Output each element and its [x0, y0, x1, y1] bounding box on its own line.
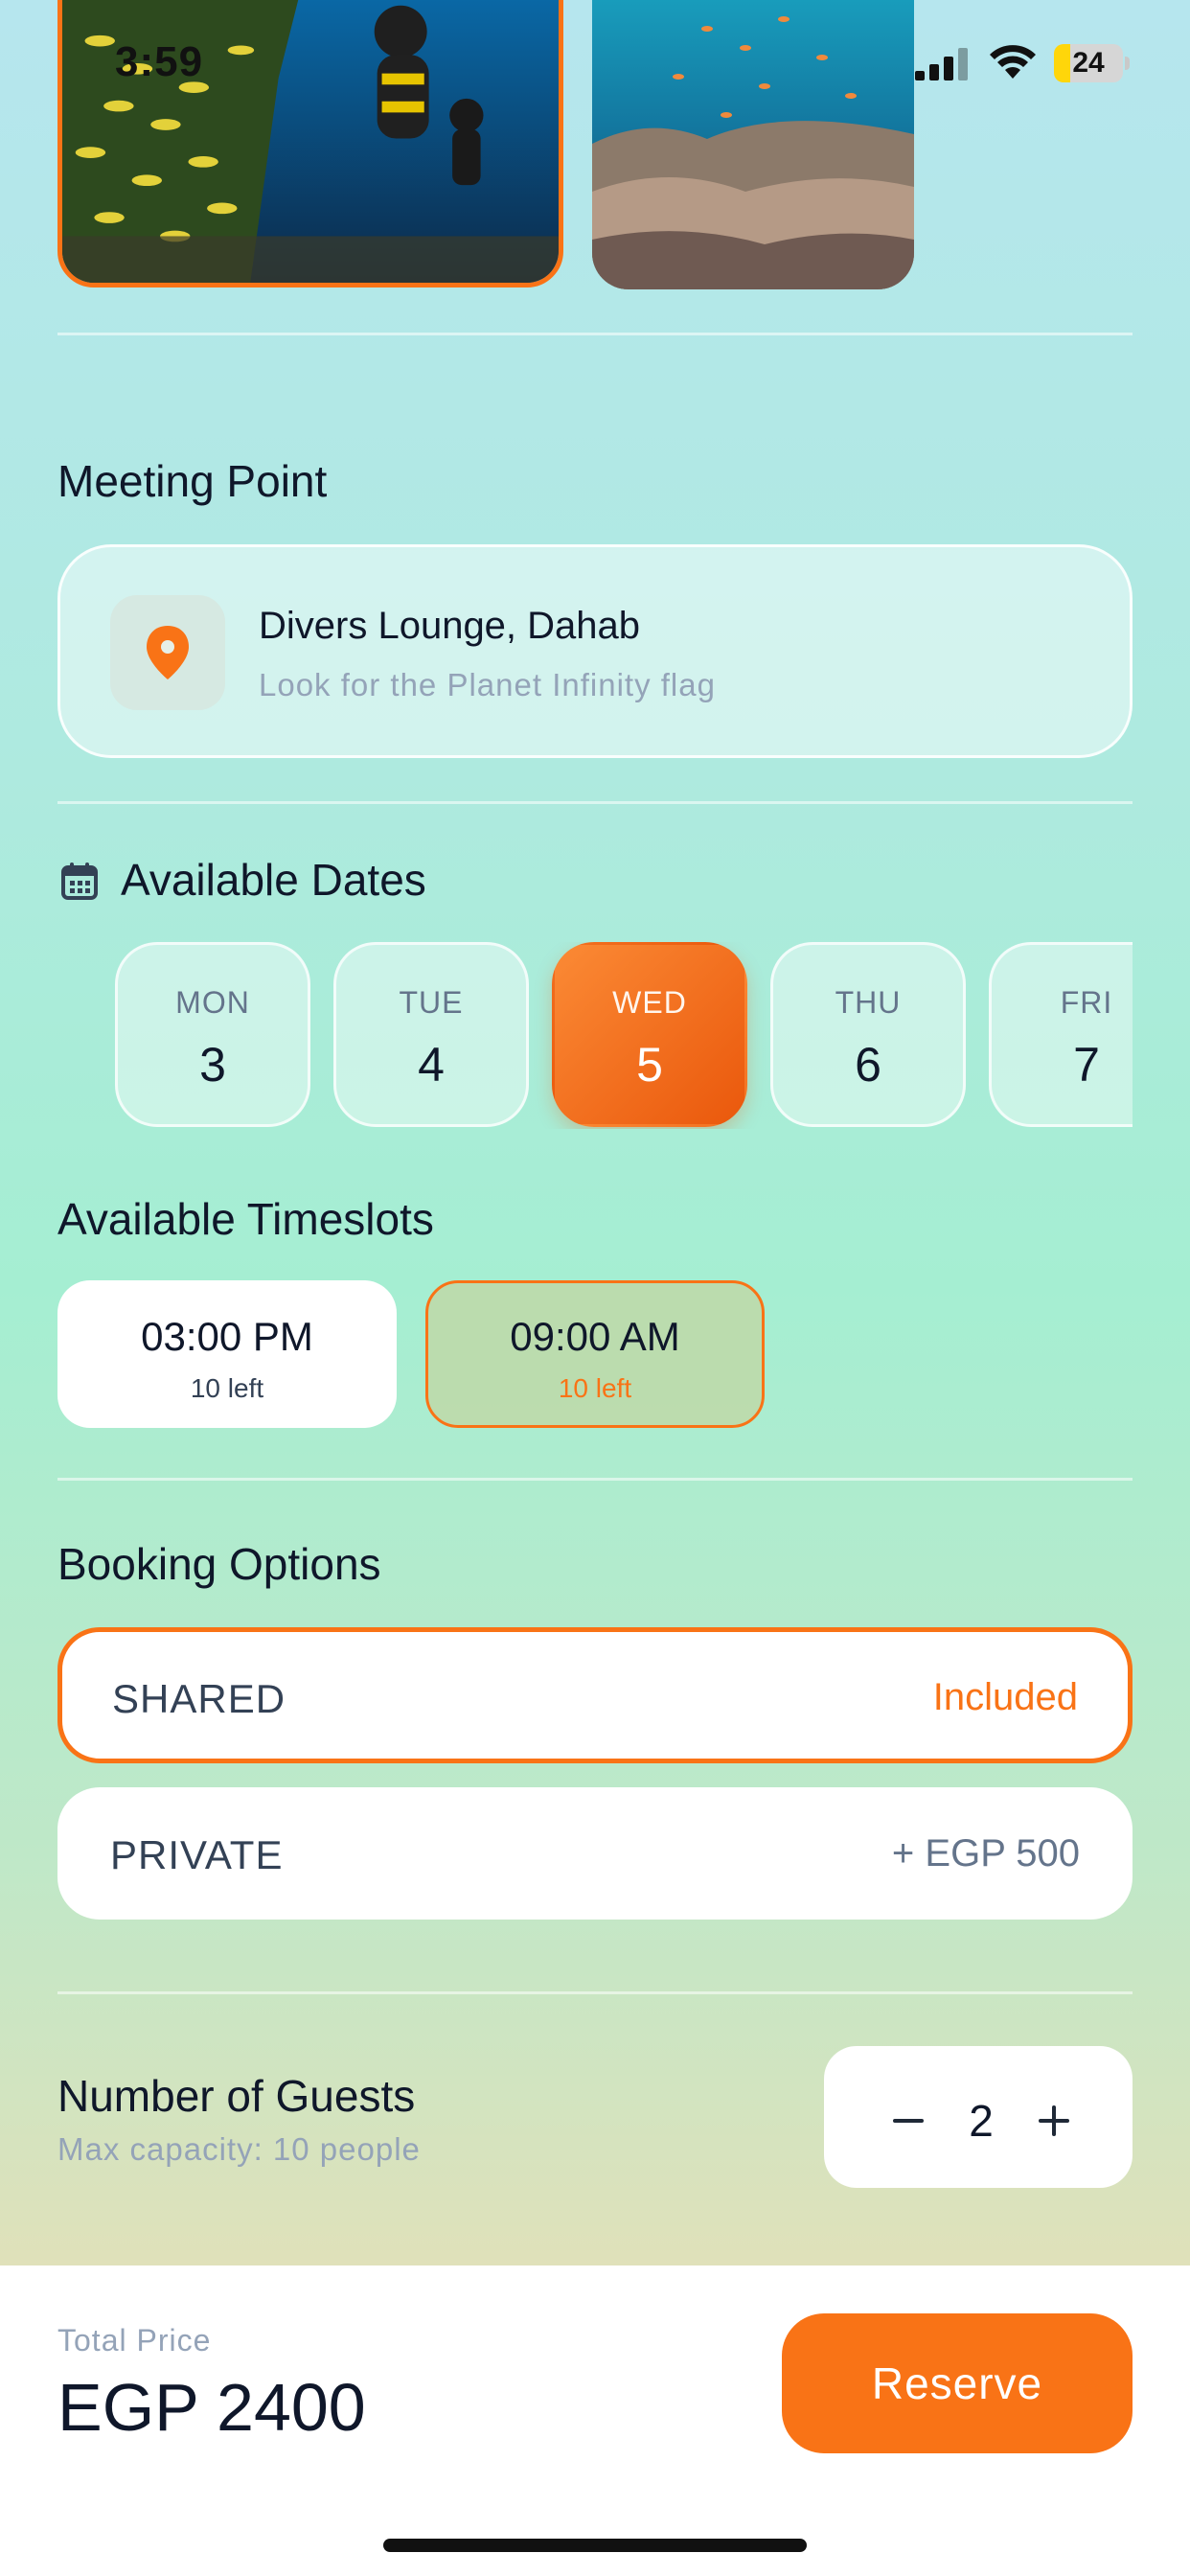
booking-options-title: Booking Options — [57, 1539, 381, 1589]
divider — [57, 1478, 1133, 1481]
date-number: 4 — [418, 1038, 445, 1092]
date-number: 3 — [199, 1038, 226, 1092]
wifi-icon — [990, 45, 1036, 79]
total-price-value: EGP 2400 — [57, 2370, 366, 2445]
coral-reef-photo[interactable] — [592, 0, 914, 289]
battery-level: 24 — [1072, 47, 1105, 79]
booking-option-price: Included — [932, 1676, 1078, 1718]
booking-option-private[interactable]: PRIVATE + EGP 500 — [57, 1787, 1133, 1920]
available-dates-title: Available Dates — [121, 855, 426, 905]
date-number: 5 — [636, 1038, 663, 1092]
timeslot-time: 03:00 PM — [141, 1314, 313, 1359]
timeslot-availability: 10 left — [190, 1373, 264, 1403]
meeting-point-title: Meeting Point — [57, 456, 328, 506]
divider — [57, 1991, 1133, 1994]
timeslot-time: 09:00 AM — [510, 1314, 680, 1359]
location-pin-icon — [147, 626, 189, 679]
available-timeslots-title: Available Timeslots — [57, 1194, 434, 1244]
date-day: TUE — [399, 985, 464, 1020]
date-scroller[interactable]: MON 3 TUE 4 WED 5 THU 6 FRI 7 — [115, 942, 1133, 1129]
divider — [57, 333, 1133, 335]
reserve-button[interactable]: Reserve — [782, 2313, 1133, 2453]
meeting-location-hint: Look for the Planet Infinity flag — [259, 667, 716, 702]
guests-capacity: Max capacity: 10 people — [57, 2131, 421, 2167]
date-number: 6 — [855, 1038, 881, 1092]
meeting-location-name: Divers Lounge, Dahab — [259, 605, 641, 647]
booking-option-name: SHARED — [112, 1676, 286, 1721]
timeslot-availability: 10 left — [558, 1373, 632, 1403]
plus-icon[interactable] — [1020, 2087, 1087, 2154]
meeting-point-card[interactable]: Divers Lounge, Dahab Look for the Planet… — [57, 544, 1133, 758]
signal-icon — [915, 48, 968, 80]
calendar-icon — [61, 862, 98, 900]
guests-count: 2 — [969, 2096, 994, 2146]
booking-option-name: PRIVATE — [110, 1832, 284, 1877]
booking-option-shared[interactable]: SHARED Included — [57, 1627, 1133, 1763]
guests-stepper[interactable]: 2 — [824, 2046, 1133, 2188]
date-day: FRI — [1060, 985, 1113, 1020]
date-day: WED — [612, 985, 687, 1020]
date-card-tue[interactable]: TUE 4 — [333, 942, 529, 1127]
checkout-footer: Total Price EGP 2400 Reserve — [0, 2266, 1190, 2576]
divider — [57, 801, 1133, 804]
home-indicator — [383, 2539, 807, 2552]
date-card-thu[interactable]: THU 6 — [770, 942, 966, 1127]
date-card-mon[interactable]: MON 3 — [115, 942, 310, 1127]
location-pin-box — [110, 595, 225, 710]
date-card-wed[interactable]: WED 5 — [552, 942, 747, 1127]
date-card-fri[interactable]: FRI 7 — [989, 942, 1133, 1127]
timeslot-0300pm[interactable]: 03:00 PM 10 left — [57, 1280, 397, 1428]
date-number: 7 — [1073, 1038, 1100, 1092]
date-day: MON — [175, 985, 250, 1020]
status-time: 3:59 — [115, 38, 204, 85]
timeslot-0900am[interactable]: 09:00 AM 10 left — [425, 1280, 765, 1428]
total-price-label: Total Price — [57, 2323, 212, 2358]
booking-option-price: + EGP 500 — [891, 1832, 1080, 1874]
date-day: THU — [835, 985, 902, 1020]
battery-icon: 24 — [1054, 44, 1131, 82]
guests-title: Number of Guests — [57, 2071, 416, 2121]
minus-icon[interactable] — [875, 2087, 942, 2154]
